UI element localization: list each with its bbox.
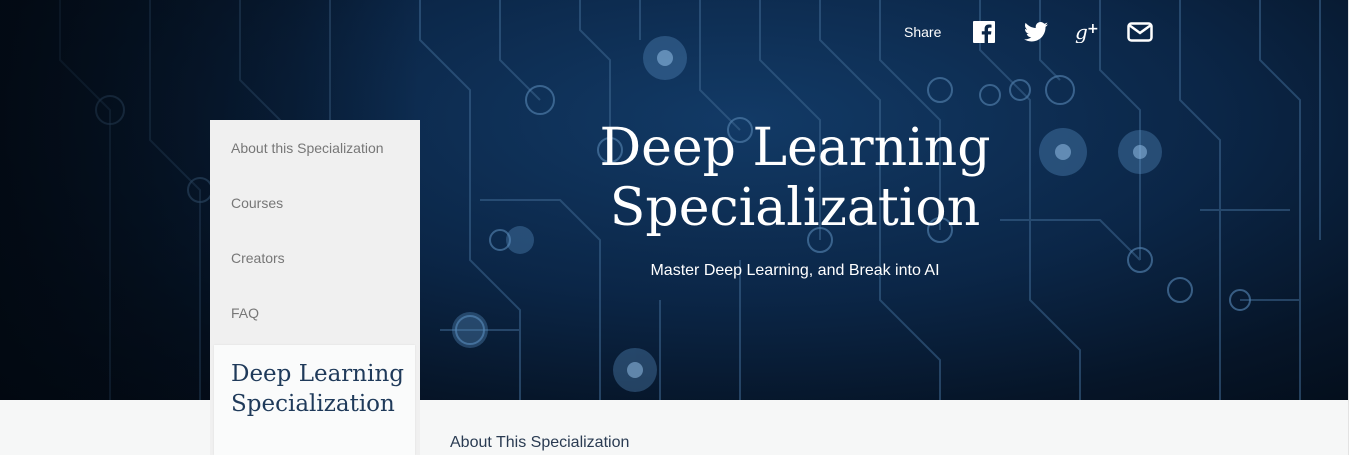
specialization-card-title: Deep Learning Specialization bbox=[231, 361, 404, 417]
scrollbar[interactable] bbox=[1348, 0, 1366, 455]
facebook-icon[interactable] bbox=[971, 19, 997, 45]
svg-text:g: g bbox=[1075, 21, 1088, 43]
page-title-line-2: Specialization bbox=[609, 178, 981, 238]
nav-item-about[interactable]: About this Specialization bbox=[231, 140, 384, 156]
google-plus-icon[interactable]: g + bbox=[1075, 19, 1101, 45]
nav-item-courses[interactable]: Courses bbox=[231, 195, 283, 211]
share-bar: Share g + bbox=[904, 20, 1179, 44]
hero-banner: Share g + Deep Learning Specialization Ma… bbox=[0, 0, 1349, 400]
email-icon[interactable] bbox=[1127, 19, 1154, 45]
specialization-card: Deep Learning Specialization bbox=[214, 345, 415, 455]
about-section-heading: About This Specialization bbox=[450, 434, 630, 451]
nav-item-creators[interactable]: Creators bbox=[231, 250, 285, 266]
share-label: Share bbox=[904, 24, 942, 40]
nav-item-faq[interactable]: FAQ bbox=[231, 305, 259, 321]
page-subtitle: Master Deep Learning, and Break into AI bbox=[650, 262, 940, 279]
svg-text:+: + bbox=[1087, 21, 1099, 37]
page-title: Deep Learning Specialization bbox=[545, 118, 1045, 238]
twitter-icon[interactable] bbox=[1023, 19, 1049, 45]
side-navigation: About this Specialization Courses Creato… bbox=[210, 120, 420, 455]
page-title-line-1: Deep Learning bbox=[599, 118, 991, 178]
